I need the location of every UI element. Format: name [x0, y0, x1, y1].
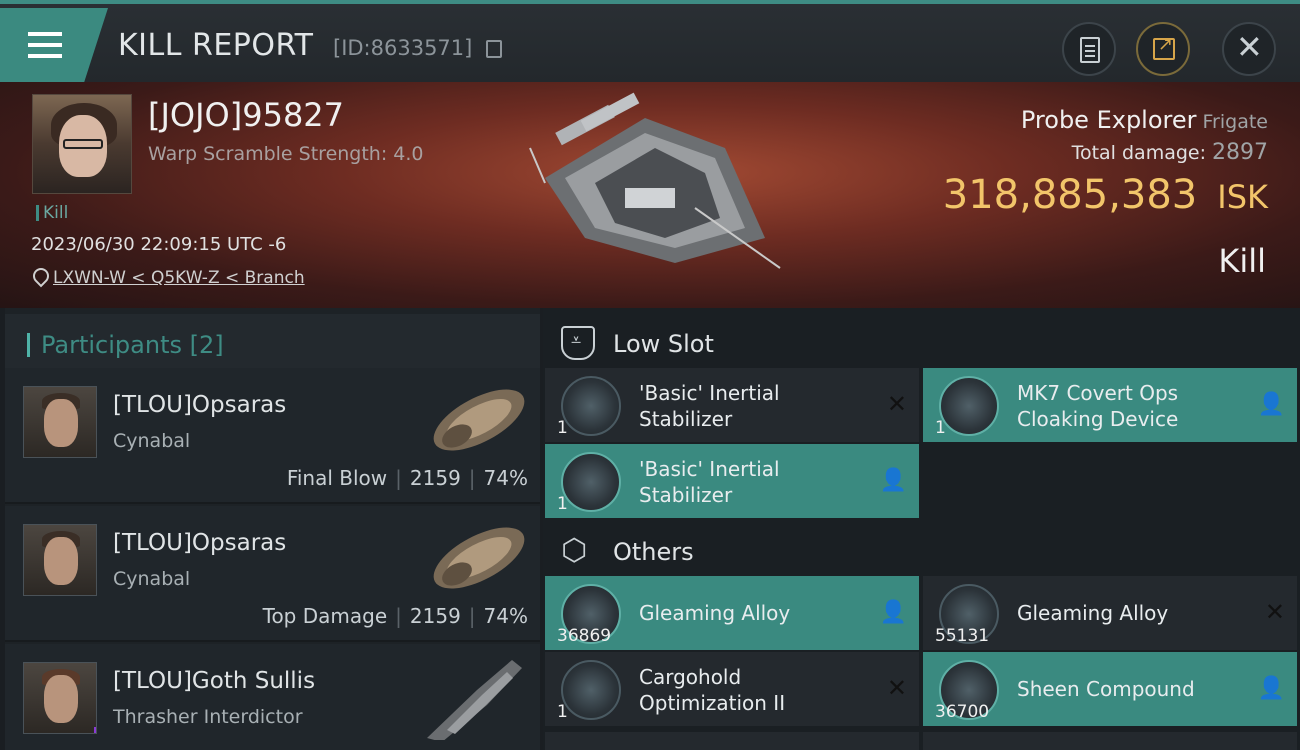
x-icon: ✕ — [1264, 598, 1285, 626]
isk-unit: ISK — [1217, 178, 1268, 216]
person-icon: 👤 — [1257, 392, 1285, 417]
inertial-stabilizer-icon — [561, 452, 621, 512]
clipboard-icon — [1080, 37, 1100, 63]
hamburger-icon — [28, 32, 62, 58]
item-name: 'Basic' Inertial Stabilizer — [639, 457, 780, 507]
item-name: Sheen Compound — [1017, 677, 1195, 701]
participant-avatar — [23, 386, 97, 458]
pin-icon — [32, 268, 46, 286]
others-header: ⬡ Others — [543, 522, 1300, 578]
isk-amount: 318,885,383 — [942, 172, 1198, 218]
participant-percent: 74% — [483, 604, 528, 628]
item-name: Gleaming Alloy — [1017, 601, 1169, 625]
item-name: 'Basic' Inertial Stabilizer — [639, 381, 780, 431]
total-damage-value: 2897 — [1212, 140, 1268, 165]
victim-avatar[interactable] — [32, 94, 132, 194]
participant-name: [TLOU]Goth Sullis — [113, 668, 316, 694]
participant-ship: Thrasher Interdictor — [113, 706, 303, 728]
module-item[interactable]: 1 'Basic' Inertial Stabilizer ✕ — [545, 368, 919, 442]
person-icon: 👤 — [879, 600, 907, 625]
victim-ship-class: Frigate — [1202, 111, 1268, 133]
item-name: Cargohold Optimization II — [639, 665, 786, 715]
cargo-item[interactable]: 36869 Gleaming Alloy 👤 — [545, 576, 919, 650]
victim-warp-scramble: Warp Scramble Strength: 4.0 — [148, 143, 424, 165]
kill-datetime: 2023/06/30 22:09:15 UTC -6 — [31, 234, 287, 255]
module-item[interactable]: 1 'Basic' Inertial Stabilizer 👤 — [545, 444, 919, 518]
modules-panel: Low Slot 1 'Basic' Inertial Stabilizer ✕… — [543, 308, 1300, 750]
participant-ship-image — [433, 389, 525, 451]
cargohold-optimization-icon — [561, 660, 621, 720]
participant-damage: 2159 — [409, 604, 461, 628]
participant-avatar — [23, 524, 97, 596]
item-name: Gleaming Alloy — [639, 601, 791, 625]
close-icon: ✕ — [1236, 28, 1263, 66]
participant-stats: Top Damage | 2159 | 74% — [262, 604, 528, 628]
kill-tag: Kill — [36, 205, 68, 222]
participant-percent: 74% — [483, 466, 528, 490]
cargo-item[interactable]: 55131 Gleaming Alloy ✕ — [923, 576, 1297, 650]
item-quantity: 1 — [935, 418, 946, 438]
item-quantity: 55131 — [935, 626, 990, 646]
participant-ship-image — [427, 660, 522, 740]
participant-role: Top Damage — [262, 604, 388, 628]
participants-header: Participants [2] — [5, 314, 540, 372]
participant-name: [TLOU]Opsaras — [113, 392, 287, 418]
participant-row[interactable]: [TLOU]Opsaras Cynabal Top Damage | 2159 | 74… — [5, 506, 540, 642]
info-badge: i — [94, 727, 96, 733]
report-id: [ID:8633571] — [333, 36, 473, 60]
others-label: Others — [613, 538, 694, 566]
clipboard-button[interactable] — [1062, 22, 1116, 76]
item-name: MK7 Covert Ops Cloaking Device — [1017, 381, 1179, 431]
person-icon: 👤 — [879, 468, 907, 493]
participant-damage: 2159 — [409, 466, 461, 490]
participant-role: Final Blow — [286, 466, 388, 490]
cargo-item[interactable] — [545, 732, 919, 750]
low-slot-header: Low Slot — [543, 314, 1300, 370]
participants-panel: Participants [2] [TLOU]Opsaras Cynabal F… — [5, 308, 540, 750]
participant-row[interactable]: i [TLOU]Goth Sullis Thrasher Interdictor — [5, 644, 540, 750]
cloaking-device-icon — [939, 376, 999, 436]
close-button[interactable]: ✕ — [1222, 22, 1276, 76]
result-label: Kill — [1218, 242, 1266, 280]
item-quantity: 1 — [557, 494, 568, 514]
low-slot-icon — [561, 326, 595, 360]
participants-label: Participants — [41, 331, 182, 359]
participant-stats: Final Blow | 2159 | 74% — [286, 466, 528, 490]
inertial-stabilizer-icon — [561, 376, 621, 436]
module-item[interactable]: 1 MK7 Covert Ops Cloaking Device 👤 — [923, 368, 1297, 442]
copy-icon[interactable] — [486, 40, 502, 58]
participant-name: [TLOU]Opsaras — [113, 530, 287, 556]
person-icon: 👤 — [1257, 676, 1285, 701]
box-icon: ⬡ — [561, 533, 588, 568]
cargo-item[interactable]: 1 Cargohold Optimization II ✕ — [545, 652, 919, 726]
isk-value: 318,885,383 ISK — [943, 172, 1268, 218]
share-icon — [1153, 34, 1175, 60]
total-damage: Total damage: 2897 — [1072, 140, 1268, 165]
total-damage-label: Total damage: — [1071, 142, 1206, 164]
cargo-item[interactable]: 36700 Sheen Compound 👤 — [923, 652, 1297, 726]
item-quantity: 1 — [557, 702, 568, 722]
participant-ship: Cynabal — [113, 568, 191, 590]
item-quantity: 36869 — [557, 626, 612, 646]
x-icon: ✕ — [886, 674, 907, 702]
share-button[interactable] — [1136, 22, 1190, 76]
x-icon: ✕ — [886, 390, 907, 418]
participant-ship-image — [433, 527, 525, 589]
participant-avatar: i — [23, 662, 97, 734]
participant-row[interactable]: [TLOU]Opsaras Cynabal Final Blow | 2159 | 74… — [5, 368, 540, 504]
victim-name[interactable]: [JOJO]95827 — [148, 96, 344, 134]
participants-count: [2] — [189, 331, 224, 359]
item-quantity: 36700 — [935, 702, 990, 722]
low-slot-label: Low Slot — [613, 330, 714, 358]
item-quantity: 1 — [557, 418, 568, 438]
page-title: KILL REPORT — [118, 28, 314, 63]
menu-button[interactable] — [0, 8, 108, 82]
top-bar: KILL REPORT [ID:8633571] ✕ — [0, 0, 1300, 82]
cargo-item[interactable] — [923, 732, 1297, 750]
victim-ship[interactable]: Probe Explorer Frigate — [1021, 106, 1268, 134]
victim-ship-image — [529, 92, 781, 269]
participant-ship: Cynabal — [113, 430, 191, 452]
location-link[interactable]: LXWN-W < Q5KW-Z < Branch — [53, 268, 305, 288]
victim-ship-name: Probe Explorer — [1020, 106, 1197, 134]
